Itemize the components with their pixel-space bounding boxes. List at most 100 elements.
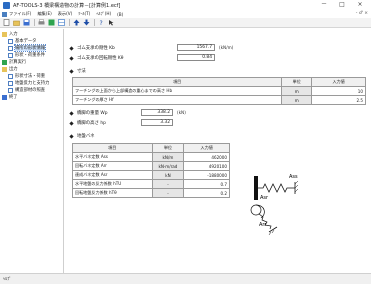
row-label: 連成バネ定数 Asr xyxy=(72,170,153,180)
toolbar-separator xyxy=(34,19,35,26)
whatsthis-icon[interactable] xyxy=(107,19,115,27)
ass-label: Ass xyxy=(289,174,298,180)
minimize-button[interactable]: － xyxy=(315,0,333,10)
rubber-bearing-rotation-row: ゴム支承の回転剛性 Kθ xyxy=(69,55,123,61)
app-menu-icon[interactable] xyxy=(2,11,7,17)
exit-icon xyxy=(2,94,7,100)
pier-height-input[interactable]: 3.32 xyxy=(141,119,173,126)
coupled-spring-input[interactable]: -1880000 xyxy=(183,170,230,180)
column-header-item: 項目 xyxy=(72,143,153,153)
tree-item-dimensions-loads[interactable]: 形状寸法・荷重 xyxy=(8,73,45,79)
mdi-controls[interactable]: - ♂ × xyxy=(356,10,368,18)
menu-edit[interactable]: 編集(E) xyxy=(37,11,51,17)
ground-spring-section-label: 地盤バネ xyxy=(77,134,95,139)
ground-spring-table: 項目 単位 入力値 水平バネ定数 Ass kN/m 462000 回転バネ定数 … xyxy=(72,143,230,198)
row-unit: kN/m xyxy=(151,152,185,162)
menu-file[interactable]: ファイル(F) xyxy=(9,11,31,17)
toolbar: ? xyxy=(0,18,371,28)
row-unit: - xyxy=(151,179,185,189)
down-icon[interactable] xyxy=(82,19,90,27)
row-label: 回転バネ定数 Arr xyxy=(72,161,153,171)
menu-view[interactable]: 表示(V) xyxy=(58,11,73,17)
row-label: 水平バネ定数 Ass xyxy=(72,152,153,162)
height-to-superstructure-input[interactable]: 10 xyxy=(311,86,366,96)
dimensions-section-label: 寸法 xyxy=(77,69,86,74)
row-label: フーチングの上面から上部構造の重心までの高さ Hb xyxy=(71,86,283,96)
bullet-icon xyxy=(69,120,74,126)
tree-item-run-calculation[interactable]: 計算実行 xyxy=(2,59,26,65)
ground-spring-section: 地盤バネ xyxy=(69,133,95,139)
rubber-bearing-stiffness-unit: (kN/m) xyxy=(219,45,234,50)
maximize-button[interactable]: □ xyxy=(333,0,351,10)
table-icon[interactable] xyxy=(57,19,65,27)
hatch-line xyxy=(294,184,299,189)
table-row: 水平地盤の反力係数 hTU - 0.7 xyxy=(72,179,230,189)
table-row: フーチングの厚さ Hf m 2.5 xyxy=(71,95,366,105)
table-row: 回転地盤反力係数 hTθ - 0.2 xyxy=(72,188,230,198)
document-icon xyxy=(8,80,13,86)
horizontal-spring-input[interactable]: 462000 xyxy=(183,152,230,162)
tree-item-exit[interactable]: 終了 xyxy=(2,94,18,100)
toolbar-separator xyxy=(94,19,95,26)
row-unit: kN·m/rad xyxy=(151,161,185,171)
row-label: 水平地盤の反力係数 hTU xyxy=(72,179,153,189)
footing-block xyxy=(254,176,258,200)
document-icon xyxy=(8,73,13,79)
rubber-bearing-stiffness-row: ゴム支承の剛性 Kb xyxy=(69,45,115,51)
bullet-icon xyxy=(69,45,74,51)
horizontal-reaction-coef-input[interactable]: 0.7 xyxy=(183,179,230,189)
arr-label: Arr xyxy=(259,222,267,228)
table-row: 水平バネ定数 Ass kN/m 462000 xyxy=(72,152,230,162)
app-icon xyxy=(3,1,10,9)
help-icon[interactable]: ? xyxy=(97,19,105,27)
menu-tools[interactable]: ﾂｰﾙ(T) xyxy=(78,11,90,17)
new-icon[interactable] xyxy=(2,19,10,27)
close-button[interactable]: × xyxy=(351,0,369,10)
menu-help[interactable]: ﾍﾙﾌﾟ(H) xyxy=(96,11,111,17)
bullet-icon xyxy=(69,55,74,61)
row-unit: kN xyxy=(151,170,185,180)
hatch-line xyxy=(294,188,299,193)
menu-extra[interactable]: (B) xyxy=(117,12,123,17)
tree-item-shape-info[interactable]: 場所の形状情報 xyxy=(8,44,47,52)
tree-item-output[interactable]: 出力 xyxy=(2,66,18,72)
footing-thickness-input[interactable]: 2.5 xyxy=(311,95,366,105)
row-unit: - xyxy=(151,188,185,198)
bullet-icon xyxy=(69,68,74,74)
rubber-bearing-rotation-input[interactable]: 0.84 xyxy=(177,54,215,61)
tree-item-basic-data[interactable]: 基本データ xyxy=(8,38,36,44)
folder-icon xyxy=(2,66,7,72)
pier-weight-label: 橋脚の重量 Wp xyxy=(77,111,108,116)
tree-item-input[interactable]: 入力 xyxy=(2,31,18,37)
run-icon xyxy=(2,59,7,65)
rotation-spring-input[interactable]: 4920100 xyxy=(183,161,230,171)
tree-item-member-check[interactable]: 構造部材の照査 xyxy=(8,87,45,93)
tree-item-reaction-capacity[interactable]: 地盤反力と支持力 xyxy=(8,80,49,86)
table-row: 回転バネ定数 Arr kN·m/rad 4920100 xyxy=(72,161,230,171)
rubber-bearing-stiffness-input[interactable]: 1567.7 xyxy=(177,44,215,51)
table-row: 連成バネ定数 Asr kN -1880000 xyxy=(72,170,230,180)
rubber-bearing-stiffness-label: ゴム支承の剛性 Kb xyxy=(77,46,115,51)
up-icon[interactable] xyxy=(72,19,80,27)
bullet-icon xyxy=(69,110,74,116)
rotation-node xyxy=(250,204,262,216)
tree-item-load-conditions[interactable]: 形状・荷重条件 xyxy=(8,52,45,58)
dimensions-table: 項目 単位 入力値 フーチングの上面から上部構造の重心までの高さ Hb m 10… xyxy=(71,77,366,105)
pier-weight-unit: (kN) xyxy=(177,110,186,115)
column-header-value: 入力値 xyxy=(311,77,366,87)
rotation-reaction-coef-input[interactable]: 0.2 xyxy=(183,188,230,198)
navigation-tree: 入力 基本データ 場所の形状情報 形状・荷重条件 計算実行 出力 形状寸法・荷重… xyxy=(0,29,64,273)
calc-icon[interactable] xyxy=(47,19,55,27)
open-icon[interactable] xyxy=(12,19,20,27)
asr-label: Asr xyxy=(260,195,269,201)
pier-weight-row: 橋脚の重量 Wp xyxy=(69,110,108,116)
pier-weight-input[interactable]: 338.2 xyxy=(141,109,173,116)
hatch-line xyxy=(271,229,275,234)
title-bar: AF-TOOLS-3 橋梁構造物の計算－[計算例1.ecf] － □ × xyxy=(0,0,371,10)
document-icon xyxy=(8,38,13,44)
row-unit: m xyxy=(281,95,313,105)
window-title: AF-TOOLS-3 橋梁構造物の計算－[計算例1.ecf] xyxy=(13,2,121,9)
hatch-line xyxy=(268,231,272,236)
print-icon[interactable] xyxy=(37,19,45,27)
save-icon[interactable] xyxy=(22,19,30,27)
